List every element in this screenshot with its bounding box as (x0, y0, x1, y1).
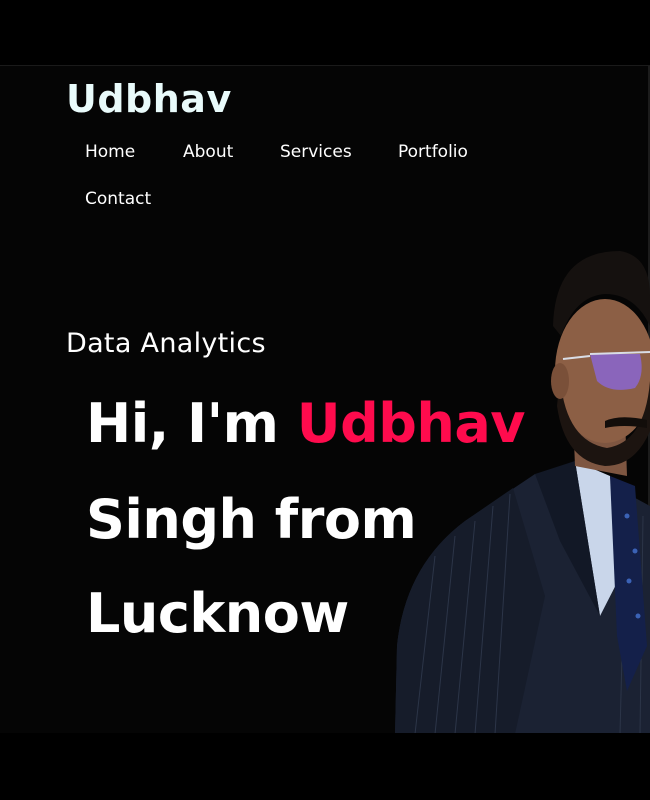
nav-about-link[interactable]: About (183, 142, 233, 162)
hero-subtitle: Data Analytics (66, 328, 266, 359)
nav-contact-link[interactable]: Contact (85, 189, 151, 209)
nav-portfolio-link[interactable]: Portfolio (398, 142, 468, 162)
hero-heading-line-1: Hi, I'm Udbhav (86, 392, 525, 455)
bottom-letterbox (0, 733, 650, 800)
nav-services-link[interactable]: Services (280, 142, 352, 162)
hero-name-highlight: Udbhav (296, 392, 526, 455)
site-logo[interactable]: Udbhav (66, 77, 232, 121)
hero-heading-line-2: Singh from (86, 488, 417, 551)
profile-photo (395, 251, 650, 734)
hero-greeting: Hi, I'm (86, 392, 279, 455)
hero-section: Udbhav Home About Services Portfolio Con… (0, 65, 650, 735)
top-letterbox (0, 0, 650, 65)
hero-heading-line-3: Lucknow (86, 582, 349, 645)
nav-home-link[interactable]: Home (85, 142, 135, 162)
